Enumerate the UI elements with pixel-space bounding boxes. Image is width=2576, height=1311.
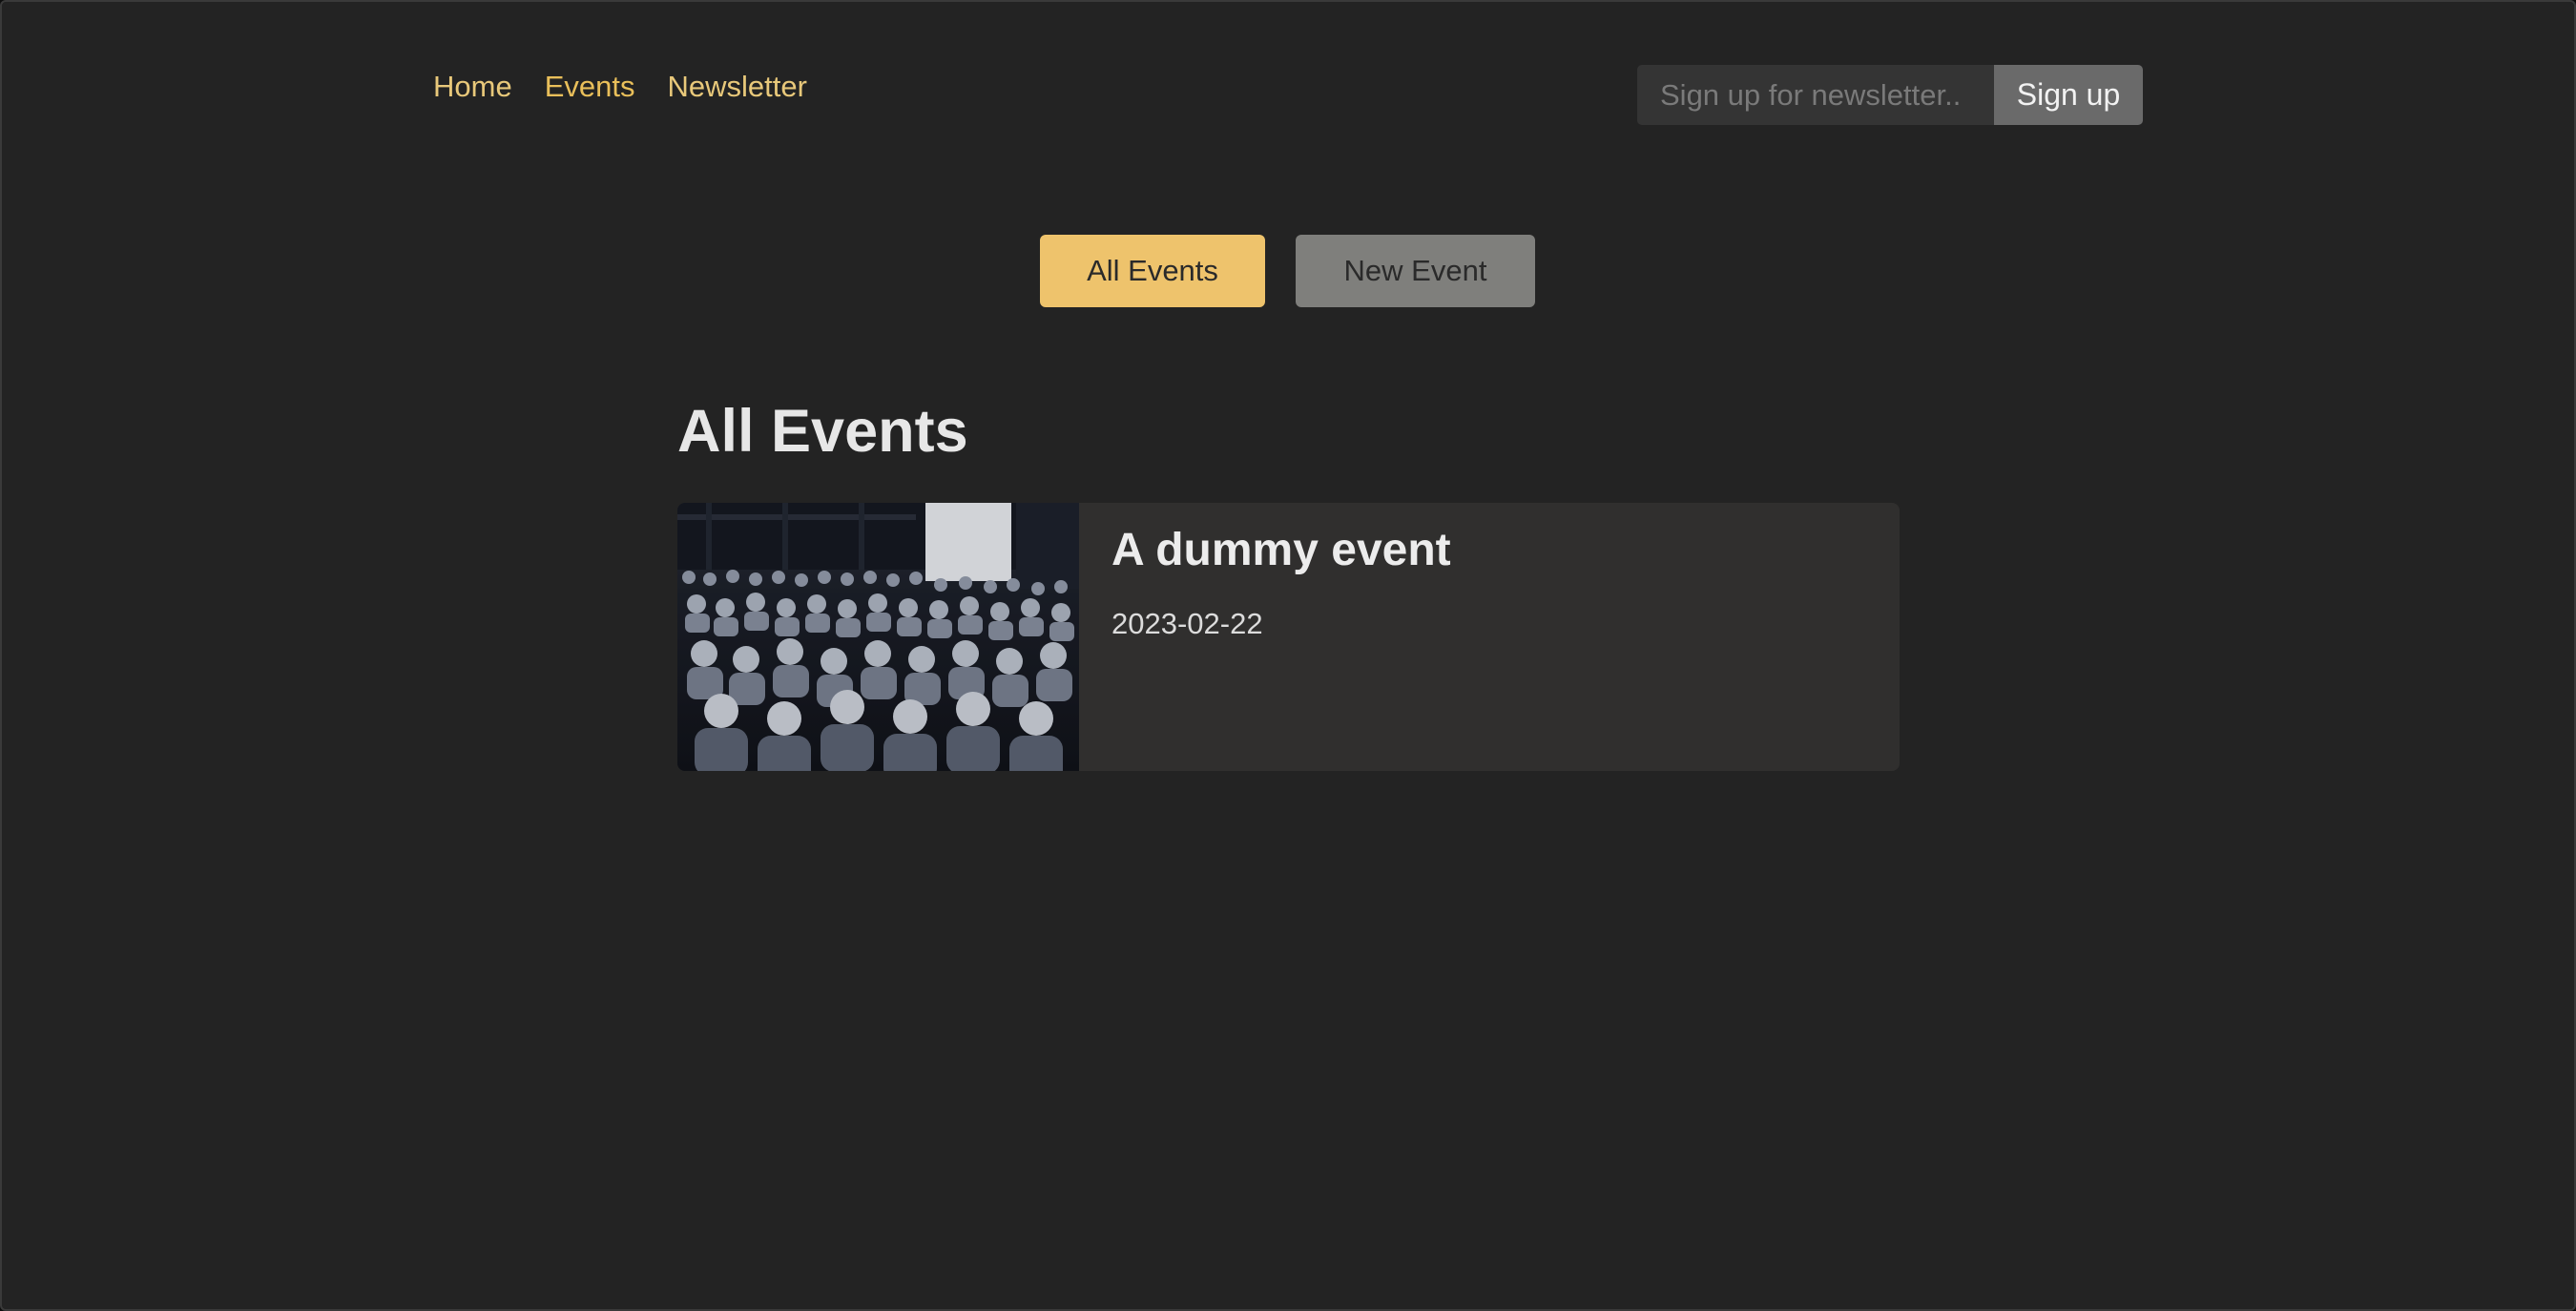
newsletter-signup-button[interactable]: Sign up	[1994, 65, 2143, 125]
new-event-button[interactable]: New Event	[1296, 235, 1535, 307]
event-date: 2023-02-22	[1111, 607, 1263, 640]
event-card-body: A dummy event 2023-02-22	[1079, 503, 1451, 771]
newsletter-email-input[interactable]	[1637, 65, 1994, 125]
main-navigation: Home Events Newsletter	[433, 63, 807, 111]
page-title: All Events	[677, 398, 968, 465]
nav-link-newsletter[interactable]: Newsletter	[667, 70, 806, 104]
nav-link-events[interactable]: Events	[545, 70, 635, 104]
event-actions: All Events New Event	[1040, 235, 1535, 307]
nav-link-home[interactable]: Home	[433, 70, 512, 104]
event-image	[677, 503, 1079, 771]
all-events-button[interactable]: All Events	[1040, 235, 1265, 307]
audience-photo-icon	[677, 503, 1079, 771]
event-title[interactable]: A dummy event	[1111, 524, 1451, 576]
site-header: Home Events Newsletter Sign up	[433, 63, 2143, 126]
newsletter-signup-form: Sign up	[1637, 65, 2143, 125]
browser-window: Home Events Newsletter Sign up All Event…	[0, 0, 2576, 1311]
event-card[interactable]: A dummy event 2023-02-22	[677, 503, 1900, 771]
